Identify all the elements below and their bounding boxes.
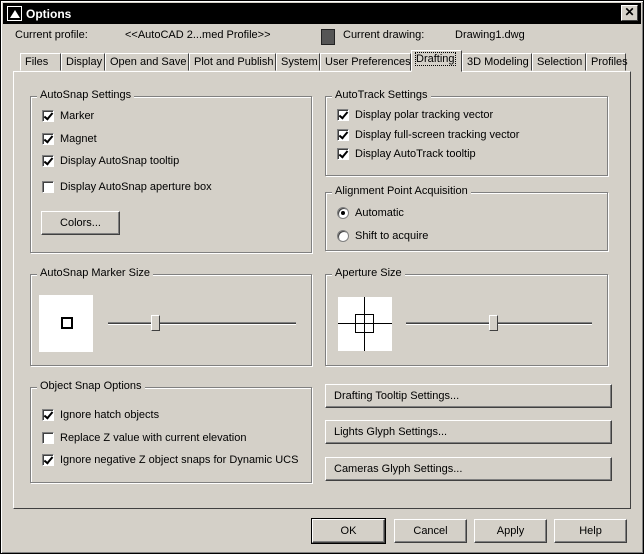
tab-selection[interactable]: Selection — [532, 53, 586, 71]
marker-size-slider-thumb[interactable] — [150, 315, 160, 331]
window-title: Options — [26, 6, 72, 21]
tab-drafting[interactable]: Drafting — [411, 50, 462, 72]
aperture-size-group: Aperture Size — [325, 267, 608, 366]
alignment-point-legend: Alignment Point Acquisition — [332, 185, 471, 197]
cameras-glyph-settings-button[interactable]: Cameras Glyph Settings... — [325, 457, 612, 481]
radio-label: Automatic — [355, 207, 404, 219]
autotrack-tooltip-checkbox[interactable]: Display AutoTrack tooltip — [337, 148, 476, 160]
checkbox-label: Replace Z value with current elevation — [60, 432, 247, 444]
autosnap-tooltip-checkbox[interactable]: Display AutoSnap tooltip — [42, 155, 179, 167]
ok-button[interactable]: OK — [311, 518, 386, 544]
autotrack-settings-legend: AutoTrack Settings — [332, 89, 431, 101]
automatic-radio[interactable]: Automatic — [337, 207, 404, 219]
checkbox-label: Magnet — [60, 133, 97, 145]
shift-to-acquire-radio[interactable]: Shift to acquire — [337, 230, 428, 242]
apply-button[interactable]: Apply — [474, 519, 547, 543]
checkbox-label: Display full-screen tracking vector — [355, 129, 520, 141]
cancel-button[interactable]: Cancel — [394, 519, 467, 543]
tab-files[interactable]: Files — [20, 53, 61, 71]
magnet-checkbox[interactable]: Magnet — [42, 133, 97, 145]
checkbox-label: Display polar tracking vector — [355, 109, 494, 121]
aperture-size-slider-track[interactable] — [406, 322, 592, 325]
autosnap-settings-group: AutoSnap Settings Marker Magnet Display … — [30, 89, 312, 253]
tab-3d-modeling[interactable]: 3D Modeling — [462, 53, 532, 71]
checkbox-box[interactable] — [42, 155, 54, 167]
marker-size-legend: AutoSnap Marker Size — [37, 267, 154, 279]
ignore-hatch-checkbox[interactable]: Ignore hatch objects — [42, 409, 159, 421]
fullscreen-tracking-checkbox[interactable]: Display full-screen tracking vector — [337, 129, 519, 141]
drawing-file-icon — [321, 29, 335, 45]
current-drawing-value: Drawing1.dwg — [455, 29, 525, 41]
aperture-preview — [338, 297, 392, 351]
autosnap-settings-legend: AutoSnap Settings — [37, 89, 135, 101]
current-profile-value: <<AutoCAD 2...med Profile>> — [125, 29, 271, 41]
checkbox-box[interactable] — [42, 181, 54, 193]
close-button[interactable]: ✕ — [621, 5, 638, 21]
marker-size-group: AutoSnap Marker Size — [30, 267, 312, 366]
checkbox-box[interactable] — [337, 148, 349, 160]
checkbox-box[interactable] — [337, 129, 349, 141]
options-dialog: Options ✕ Current profile: <<AutoCAD 2..… — [0, 0, 644, 554]
radio-button[interactable] — [337, 230, 349, 242]
tab-profiles[interactable]: Profiles — [586, 53, 628, 71]
marker-square-icon — [61, 317, 73, 329]
current-drawing-label: Current drawing: — [343, 29, 425, 41]
checkbox-label: Marker — [60, 110, 95, 122]
lights-glyph-settings-button[interactable]: Lights Glyph Settings... — [325, 420, 612, 444]
marker-checkbox[interactable]: Marker — [42, 110, 94, 122]
checkbox-box[interactable] — [42, 454, 54, 466]
ignore-negative-z-checkbox[interactable]: Ignore negative Z object snaps for Dynam… — [42, 454, 298, 466]
title-bar[interactable]: Options ✕ — [3, 3, 641, 24]
marker-size-slider-track[interactable] — [108, 322, 296, 325]
aperture-box-checkbox[interactable]: Display AutoSnap aperture box — [42, 181, 212, 193]
polar-tracking-checkbox[interactable]: Display polar tracking vector — [337, 109, 493, 121]
marker-preview — [39, 295, 93, 352]
checkbox-box[interactable] — [337, 109, 349, 121]
radio-button[interactable] — [337, 207, 349, 219]
checkbox-label: Ignore hatch objects — [60, 409, 160, 421]
tab-plot-and-publish[interactable]: Plot and Publish — [189, 53, 276, 71]
replace-z-checkbox[interactable]: Replace Z value with current elevation — [42, 432, 246, 444]
tab-system[interactable]: System — [276, 53, 320, 71]
checkbox-label: Display AutoSnap aperture box — [60, 181, 212, 193]
drafting-tooltip-settings-button[interactable]: Drafting Tooltip Settings... — [325, 384, 612, 408]
autocad-app-icon — [7, 6, 22, 21]
aperture-size-legend: Aperture Size — [332, 267, 405, 279]
checkbox-box[interactable] — [42, 409, 54, 421]
object-snap-options-group: Object Snap Options Ignore hatch objects… — [30, 380, 312, 483]
tab-open-and-save[interactable]: Open and Save — [105, 53, 189, 71]
checkbox-box[interactable] — [42, 110, 54, 122]
object-snap-options-legend: Object Snap Options — [37, 380, 145, 392]
checkbox-box[interactable] — [42, 133, 54, 145]
colors-button[interactable]: Colors... — [41, 211, 120, 235]
checkbox-box[interactable] — [42, 432, 54, 444]
current-profile-label: Current profile: — [15, 29, 88, 41]
help-button[interactable]: Help — [554, 519, 627, 543]
checkbox-label: Ignore negative Z object snaps for Dynam… — [60, 454, 299, 466]
autotrack-settings-group: AutoTrack Settings Display polar trackin… — [325, 89, 608, 176]
aperture-size-slider-thumb[interactable] — [489, 315, 499, 331]
alignment-point-group: Alignment Point Acquisition Automatic Sh… — [325, 185, 608, 251]
checkbox-label: Display AutoTrack tooltip — [355, 148, 476, 160]
radio-label: Shift to acquire — [355, 230, 429, 242]
checkbox-label: Display AutoSnap tooltip — [60, 155, 180, 167]
tab-display[interactable]: Display — [61, 53, 105, 71]
tab-user-preferences[interactable]: User Preferences — [320, 53, 411, 71]
aperture-box-icon — [355, 314, 374, 333]
